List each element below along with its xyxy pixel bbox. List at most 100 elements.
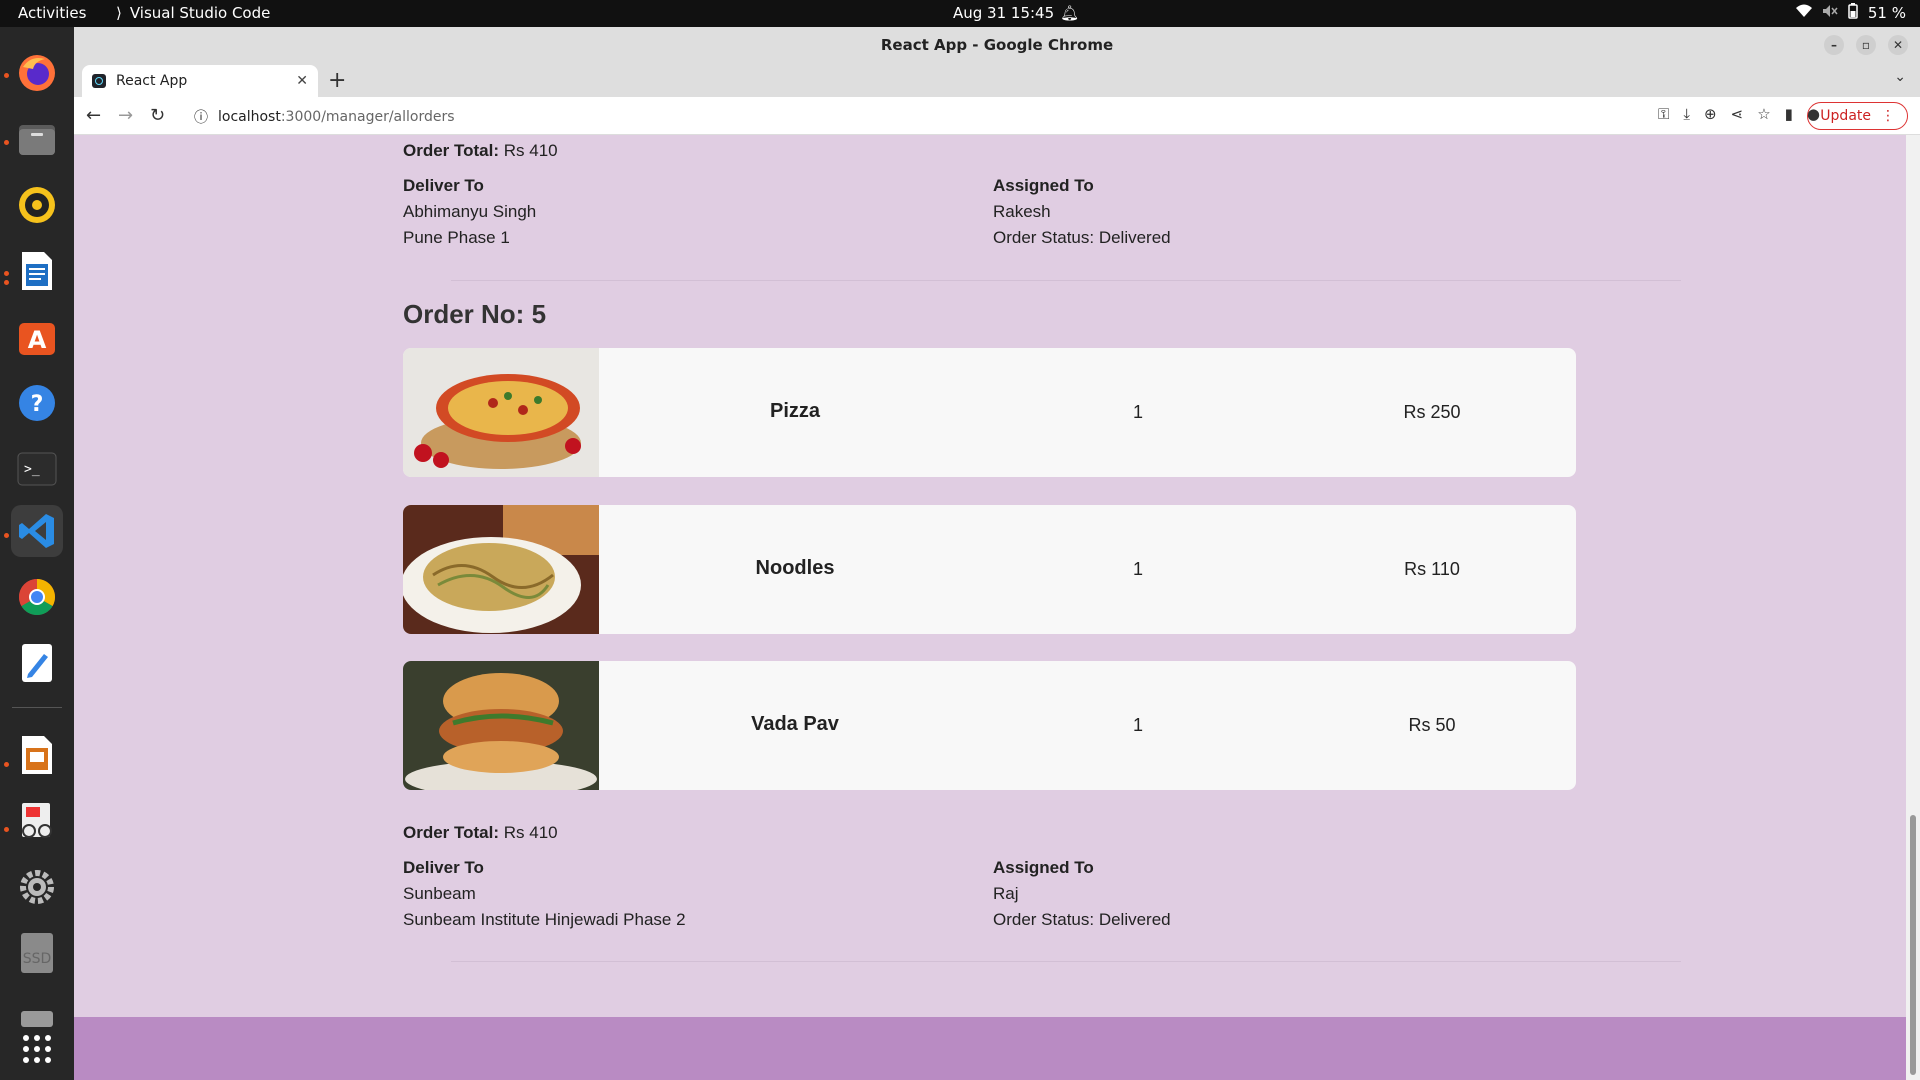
text-editor-icon[interactable] — [11, 637, 63, 689]
assigned-to-heading: Assigned To — [993, 176, 1094, 195]
system-tray[interactable]: 51 % — [1795, 3, 1906, 23]
tab-strip: React App ✕ + ⌄ — [74, 63, 1920, 97]
wifi-icon — [1795, 4, 1812, 22]
assignee-name: Raj — [993, 884, 1019, 903]
svg-text:SSD: SSD — [23, 951, 52, 967]
battery-percent: 51 % — [1867, 4, 1906, 22]
vscode-small-icon: ⟩ — [116, 4, 122, 22]
window-titlebar[interactable]: React App - Google Chrome – ▫ ✕ — [74, 27, 1920, 63]
tab-react-app[interactable]: React App ✕ — [82, 65, 318, 97]
dock-separator — [12, 707, 62, 708]
order-total-value: Rs 410 — [503, 823, 558, 842]
vada-pav-image — [403, 661, 599, 790]
document-viewer-icon[interactable] — [11, 795, 63, 847]
order-divider — [451, 961, 1681, 962]
firefox-icon[interactable] — [11, 47, 63, 99]
share-icon[interactable]: ⋖ — [1731, 105, 1744, 123]
zoom-icon[interactable]: ⊕ — [1704, 105, 1717, 123]
app-grid-icon[interactable] — [11, 1023, 63, 1075]
deliver-to-heading: Deliver To — [403, 176, 484, 195]
order-total-value: Rs 410 — [503, 141, 558, 160]
forward-button[interactable]: → — [118, 105, 133, 126]
order-total-label: Order Total: — [403, 823, 500, 842]
address-bar[interactable]: ⓘ localhost:3000/manager/allorders — [194, 107, 455, 127]
ssd-icon[interactable]: SSD — [11, 927, 63, 979]
assigned-to-section: Assigned To Raj Order Status: Delivered — [993, 855, 1583, 933]
kebab-menu-icon[interactable]: ⋮ — [1881, 108, 1895, 124]
order-status: Order Status: Delivered — [993, 228, 1171, 247]
running-indicator — [4, 271, 9, 276]
vscode-icon[interactable] — [11, 505, 63, 557]
rhythmbox-icon[interactable] — [11, 179, 63, 231]
item-price: Rs 250 — [1403, 402, 1461, 422]
item-quantity: 1 — [1132, 402, 1143, 422]
delivery-address: Sunbeam Institute Hinjewadi Phase 2 — [403, 910, 686, 929]
settings-icon[interactable] — [11, 861, 63, 913]
back-button[interactable]: ← — [86, 105, 101, 126]
order-status: Order Status: Delivered — [993, 910, 1171, 929]
running-indicator — [4, 73, 9, 78]
item-price: Rs 50 — [1408, 715, 1456, 735]
maximize-button[interactable]: ▫ — [1856, 35, 1876, 55]
page-footer — [74, 1017, 1906, 1080]
deliver-to-heading: Deliver To — [403, 858, 484, 877]
new-tab-button[interactable]: + — [328, 68, 346, 93]
previous-order-total: Order Total: Rs 410 — [403, 141, 1583, 161]
chevron-down-icon[interactable]: ⌄ — [1894, 69, 1906, 85]
running-indicator — [4, 533, 9, 538]
assigned-to-heading: Assigned To — [993, 858, 1094, 877]
item-quantity: 1 — [1132, 715, 1143, 735]
minimize-button[interactable]: – — [1824, 35, 1844, 55]
focused-app-name: Visual Studio Code — [129, 4, 271, 22]
impress-icon[interactable] — [11, 729, 63, 781]
order-item-card: Pizza 1 Rs 250 — [403, 348, 1576, 477]
svg-text:A: A — [28, 326, 47, 354]
info-icon[interactable]: ⓘ — [194, 107, 208, 127]
running-indicator — [4, 280, 9, 285]
update-button[interactable]: Update ⋮ — [1807, 102, 1908, 130]
terminal-icon[interactable]: >_ — [11, 443, 63, 495]
item-name: Pizza — [769, 400, 821, 422]
running-indicator — [4, 827, 9, 832]
scrollbar-thumb[interactable] — [1910, 815, 1916, 1075]
running-indicator — [4, 140, 9, 145]
writer-icon[interactable] — [11, 245, 63, 297]
files-icon[interactable] — [11, 113, 63, 165]
dock: A ? >_ SSD — [0, 27, 74, 1080]
activities-button[interactable]: Activities — [18, 4, 86, 22]
help-icon[interactable]: ? — [11, 377, 63, 429]
customer-name: Sunbeam — [403, 884, 476, 903]
volume-muted-icon — [1822, 4, 1838, 22]
page-scrollbar[interactable] — [1906, 135, 1920, 1080]
react-favicon-icon — [92, 74, 106, 88]
order-item-card: Vada Pav 1 Rs 50 — [403, 661, 1576, 790]
chrome-icon[interactable] — [11, 571, 63, 623]
side-panel-icon[interactable]: ▮ — [1785, 105, 1793, 123]
item-name: Noodles — [755, 557, 835, 579]
software-icon[interactable]: A — [11, 311, 63, 363]
order-info: Deliver To Sunbeam Sunbeam Institute Hin… — [403, 855, 1583, 933]
close-window-button[interactable]: ✕ — [1888, 35, 1908, 55]
clock[interactable]: Aug 31 15:45 🔔︎ — [953, 4, 1079, 22]
star-icon[interactable]: ☆ — [1757, 105, 1770, 123]
assigned-to-section: Assigned To Rakesh Order Status: Deliver… — [993, 173, 1583, 251]
item-name: Vada Pav — [751, 713, 839, 735]
assignee-name: Rakesh — [993, 202, 1051, 221]
order-number-heading: Order No: 5 — [403, 299, 547, 329]
reload-button[interactable]: ↻ — [150, 105, 165, 126]
battery-icon — [1848, 3, 1858, 23]
page-viewport: Order Total: Rs 410 Deliver To Abhimanyu… — [74, 135, 1920, 1080]
bell-icon: 🔔︎ — [1060, 4, 1080, 22]
focused-app-menu[interactable]: ⟩ Visual Studio Code — [116, 4, 270, 22]
browser-window: React App - Google Chrome – ▫ ✕ React Ap… — [74, 27, 1920, 1080]
deliver-to-section: Deliver To Sunbeam Sunbeam Institute Hin… — [403, 855, 993, 933]
browser-toolbar: ← → ↻ ⓘ localhost:3000/manager/allorders… — [74, 97, 1920, 135]
order-total: Order Total: Rs 410 — [403, 823, 1583, 843]
close-tab-icon[interactable]: ✕ — [296, 73, 308, 89]
system-top-bar: Activities ⟩ Visual Studio Code Aug 31 1… — [0, 0, 1920, 27]
date-time: Aug 31 15:45 — [953, 4, 1055, 22]
update-label: Update — [1820, 108, 1871, 124]
install-icon[interactable]: ⤓ — [1683, 105, 1690, 123]
key-icon[interactable]: ⚿ — [1658, 105, 1669, 123]
deliver-to-section: Deliver To Abhimanyu Singh Pune Phase 1 — [403, 173, 993, 251]
